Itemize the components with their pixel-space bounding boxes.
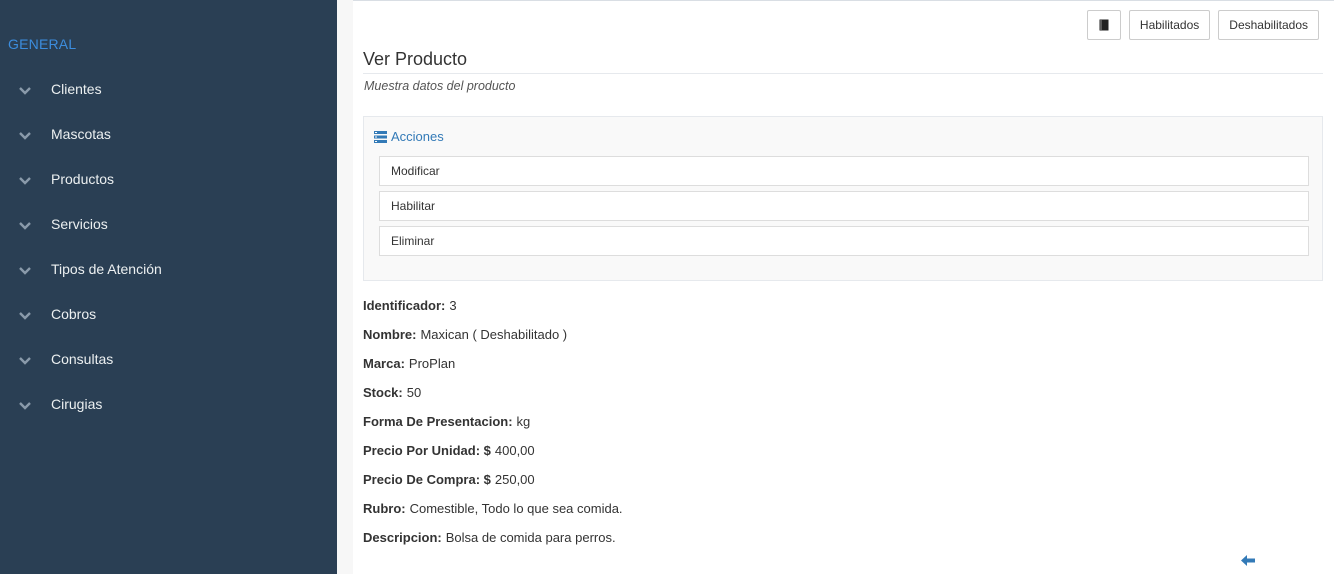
actions-heading: Acciones xyxy=(374,129,444,144)
detail-label: Identificador: xyxy=(363,298,446,313)
sidebar-item-label: Clientes xyxy=(51,80,102,97)
sidebar-item-label: Servicios xyxy=(51,215,108,232)
sidebar-item-servicios[interactable]: Servicios xyxy=(0,201,337,246)
detail-value: ProPlan xyxy=(408,356,456,371)
detail-label: Forma De Presentacion: xyxy=(363,414,513,429)
detail-rubro: Rubro: Comestible, Todo lo que sea comida… xyxy=(363,494,623,523)
book-icon xyxy=(1099,19,1109,31)
back-arrow-icon[interactable] xyxy=(1241,554,1256,567)
chevron-down-icon xyxy=(19,401,31,410)
chevron-down-icon xyxy=(19,176,31,185)
detail-value: 250,00 xyxy=(494,472,535,487)
detail-stock: Stock: 50 xyxy=(363,378,623,407)
detail-label: Nombre: xyxy=(363,327,417,342)
detail-value: Bolsa de comida para perros. xyxy=(445,530,616,545)
sidebar-section-title: GENERAL xyxy=(8,36,77,52)
detail-forma-presentacion: Forma De Presentacion: kg xyxy=(363,407,623,436)
sidebar-item-label: Cobros xyxy=(51,305,97,322)
sidebar-item-cirugias[interactable]: Cirugias xyxy=(0,381,337,426)
sidebar-item-clientes[interactable]: Clientes xyxy=(0,66,337,111)
list-icon xyxy=(374,130,387,143)
chevron-down-icon xyxy=(19,356,31,365)
sidebar-item-label: Cirugias xyxy=(51,395,103,412)
habilitados-button[interactable]: Habilitados xyxy=(1128,10,1211,40)
detail-value: kg xyxy=(516,414,531,429)
sidebar-item-cobros[interactable]: Cobros xyxy=(0,291,337,336)
sidebar-item-label: Productos xyxy=(51,170,115,187)
detail-precio-unidad: Precio Por Unidad: $400,00 xyxy=(363,436,623,465)
sidebar-item-consultas[interactable]: Consultas xyxy=(0,336,337,381)
detail-value: 50 xyxy=(406,385,422,400)
sidebar-menu: Clientes Mascotas Productos Servicios Ti… xyxy=(0,66,337,426)
book-button[interactable] xyxy=(1086,10,1121,40)
chevron-down-icon xyxy=(19,131,31,140)
page-subtitle: Muestra datos del producto xyxy=(364,79,516,93)
detail-precio-compra: Precio De Compra: $250,00 xyxy=(363,465,623,494)
chevron-down-icon xyxy=(19,266,31,275)
sidebar-item-productos[interactable]: Productos xyxy=(0,156,337,201)
action-modificar[interactable]: Modificar xyxy=(379,156,1309,186)
detail-value: Maxican ( Deshabilitado ) xyxy=(420,327,568,342)
action-habilitar[interactable]: Habilitar xyxy=(379,191,1309,221)
detail-label: Marca: xyxy=(363,356,405,371)
product-details: Identificador: 3 Nombre: Maxican ( Deshabi… xyxy=(363,291,623,552)
detail-value: Comestible, Todo lo que sea comida. xyxy=(409,501,623,516)
sidebar-item-mascotas[interactable]: Mascotas xyxy=(0,111,337,156)
detail-nombre: Nombre: Maxican ( Deshabilitado ) xyxy=(363,320,623,349)
detail-label: Descripcion: xyxy=(363,530,442,545)
chevron-down-icon xyxy=(19,221,31,230)
content-gutter xyxy=(337,0,353,574)
sidebar-item-label: Tipos de Atención xyxy=(51,260,162,277)
top-toolbar: Habilitados Deshabilitados xyxy=(1086,10,1319,40)
detail-label: Rubro: xyxy=(363,501,406,516)
main-content: Habilitados Deshabilitados Ver Producto … xyxy=(353,0,1334,574)
sidebar-item-label: Consultas xyxy=(51,350,114,367)
deshabilitados-button[interactable]: Deshabilitados xyxy=(1218,10,1319,40)
detail-label: Precio De Compra: $ xyxy=(363,472,491,487)
actions-heading-label: Acciones xyxy=(391,129,444,144)
detail-marca: Marca: ProPlan xyxy=(363,349,623,378)
detail-value: 3 xyxy=(449,298,457,313)
sidebar: GENERAL Clientes Mascotas Productos Serv… xyxy=(0,0,337,574)
title-divider xyxy=(363,73,1323,74)
sidebar-item-label: Mascotas xyxy=(51,125,111,142)
detail-identificador: Identificador: 3 xyxy=(363,291,623,320)
detail-value: 400,00 xyxy=(494,443,535,458)
chevron-down-icon xyxy=(19,86,31,95)
detail-descripcion: Descripcion: Bolsa de comida para perros. xyxy=(363,523,623,552)
chevron-down-icon xyxy=(19,311,31,320)
actions-panel: Acciones Modificar Habilitar Eliminar xyxy=(363,116,1323,281)
detail-label: Precio Por Unidad: $ xyxy=(363,443,491,458)
detail-label: Stock: xyxy=(363,385,403,400)
sidebar-item-tipos-de-atencion[interactable]: Tipos de Atención xyxy=(0,246,337,291)
page-title: Ver Producto xyxy=(363,49,468,69)
action-eliminar[interactable]: Eliminar xyxy=(379,226,1309,256)
